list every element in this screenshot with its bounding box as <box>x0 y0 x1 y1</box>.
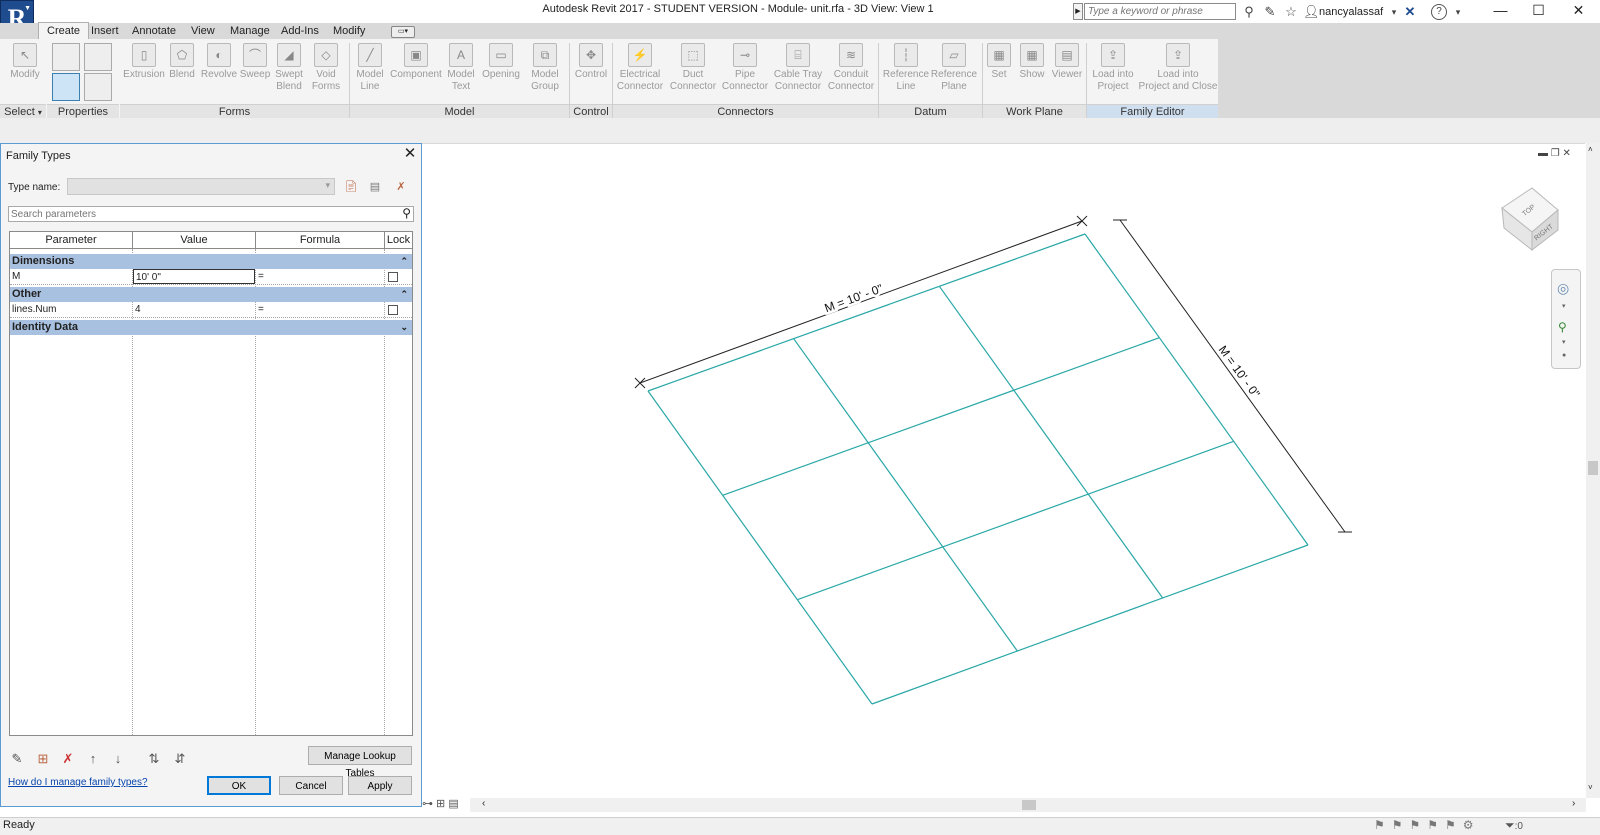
viewcube-icon: TOP RIGHT <box>1501 187 1559 252</box>
chevron-down-icon[interactable]: ▾ <box>1562 338 1566 346</box>
sort-descending-icon[interactable]: ⇵ <box>171 750 189 768</box>
move-down-icon[interactable]: ↓ <box>109 750 127 768</box>
help-link[interactable]: How do I manage family types? <box>8 777 148 788</box>
move-up-icon[interactable]: ↑ <box>84 750 102 768</box>
ok-button[interactable]: OK <box>207 776 271 795</box>
grid-line[interactable] <box>722 337 1160 496</box>
manage-lookup-tables-button[interactable]: Manage Lookup Tables <box>308 746 412 779</box>
new-type-icon[interactable]: 📄︎ <box>342 178 360 196</box>
dialog-title: Family Types <box>6 150 71 162</box>
param-name-m: M <box>10 269 132 284</box>
dialog-close-button[interactable]: ✕ <box>401 145 419 163</box>
type-name-select[interactable]: ▾ <box>67 178 335 195</box>
filter-icon[interactable]: ⏷:0 <box>1505 818 1523 833</box>
param-formula-m[interactable]: = <box>256 269 384 284</box>
apply-button[interactable]: Apply <box>348 776 412 795</box>
selection-filter-icons[interactable]: ⚑⚑⚑⚑⚑⚙ <box>1374 818 1481 832</box>
status-bar <box>0 817 1600 835</box>
param-value-lines-num[interactable]: 4 <box>133 302 255 317</box>
cancel-button[interactable]: Cancel <box>279 776 343 795</box>
col-header-value[interactable]: Value <box>133 232 256 249</box>
collapse-icon[interactable]: ⌃ <box>400 287 408 302</box>
col-header-formula[interactable]: Formula <box>256 232 385 249</box>
row-divider <box>10 284 412 285</box>
edit-parameter-icon[interactable]: ✎ <box>8 750 26 768</box>
parameter-search-input[interactable] <box>9 207 393 221</box>
chevron-down-icon: ▾ <box>325 180 330 190</box>
dimension-right <box>1113 219 1352 533</box>
sort-ascending-icon[interactable]: ⇅ <box>145 750 163 768</box>
zoom-region-icon[interactable]: ⚲ <box>1558 320 1567 334</box>
type-name-label: Type name: <box>8 182 61 193</box>
search-icon: ⚲ <box>402 206 411 220</box>
dimension-top-label: M = 10' - 0" <box>823 281 885 315</box>
parameter-search[interactable]: ⚲ <box>8 206 414 222</box>
param-value-m[interactable]: 10' 0" <box>133 269 255 284</box>
new-parameter-icon[interactable]: ⊞ <box>34 750 52 768</box>
grid-lines-group <box>647 233 1309 705</box>
navigation-bar: ◎ ▾ ⚲ ▾ ● <box>1551 269 1581 369</box>
col-header-parameter[interactable]: Parameter <box>10 232 133 249</box>
row-divider <box>10 317 412 318</box>
grid-line[interactable] <box>938 285 1164 599</box>
expand-icon[interactable]: ⌄ <box>400 320 408 335</box>
group-other[interactable]: Other ⌃ <box>10 287 412 302</box>
chevron-down-icon[interactable]: ▾ <box>1562 302 1566 310</box>
grid-line[interactable] <box>797 440 1234 601</box>
col-header-lock[interactable]: Lock <box>385 232 412 249</box>
group-dimensions[interactable]: Dimensions ⌃ <box>10 254 412 269</box>
panel-edge[interactable] <box>1084 233 1309 546</box>
lock-checkbox-lines-num[interactable] <box>388 305 398 315</box>
viewcube[interactable]: TOP RIGHT <box>1498 184 1564 252</box>
filter-count: :0 <box>1514 821 1523 832</box>
param-formula-lines-num[interactable]: = <box>256 302 384 317</box>
navbar-options-icon[interactable]: ● <box>1562 352 1566 359</box>
status-text: Ready <box>3 819 35 831</box>
param-name-lines-num: lines.Num <box>10 302 132 317</box>
lock-checkbox-m[interactable] <box>388 272 398 282</box>
dimension-right-label: M = 10' - 0" <box>1216 343 1263 401</box>
panel-edge[interactable] <box>647 390 873 705</box>
panel-edge[interactable] <box>871 544 1309 705</box>
steering-wheel-icon[interactable]: ◎ <box>1557 280 1569 297</box>
delete-parameter-icon[interactable]: ✗ <box>59 750 77 768</box>
panel-edge[interactable] <box>647 233 1086 392</box>
delete-type-icon[interactable]: ✗ <box>392 178 410 196</box>
rename-type-icon[interactable]: ▤ <box>366 178 384 196</box>
grid-line[interactable] <box>793 338 1018 652</box>
collapse-icon[interactable]: ⌃ <box>400 254 408 269</box>
group-identity-data[interactable]: Identity Data ⌄ <box>10 320 412 335</box>
